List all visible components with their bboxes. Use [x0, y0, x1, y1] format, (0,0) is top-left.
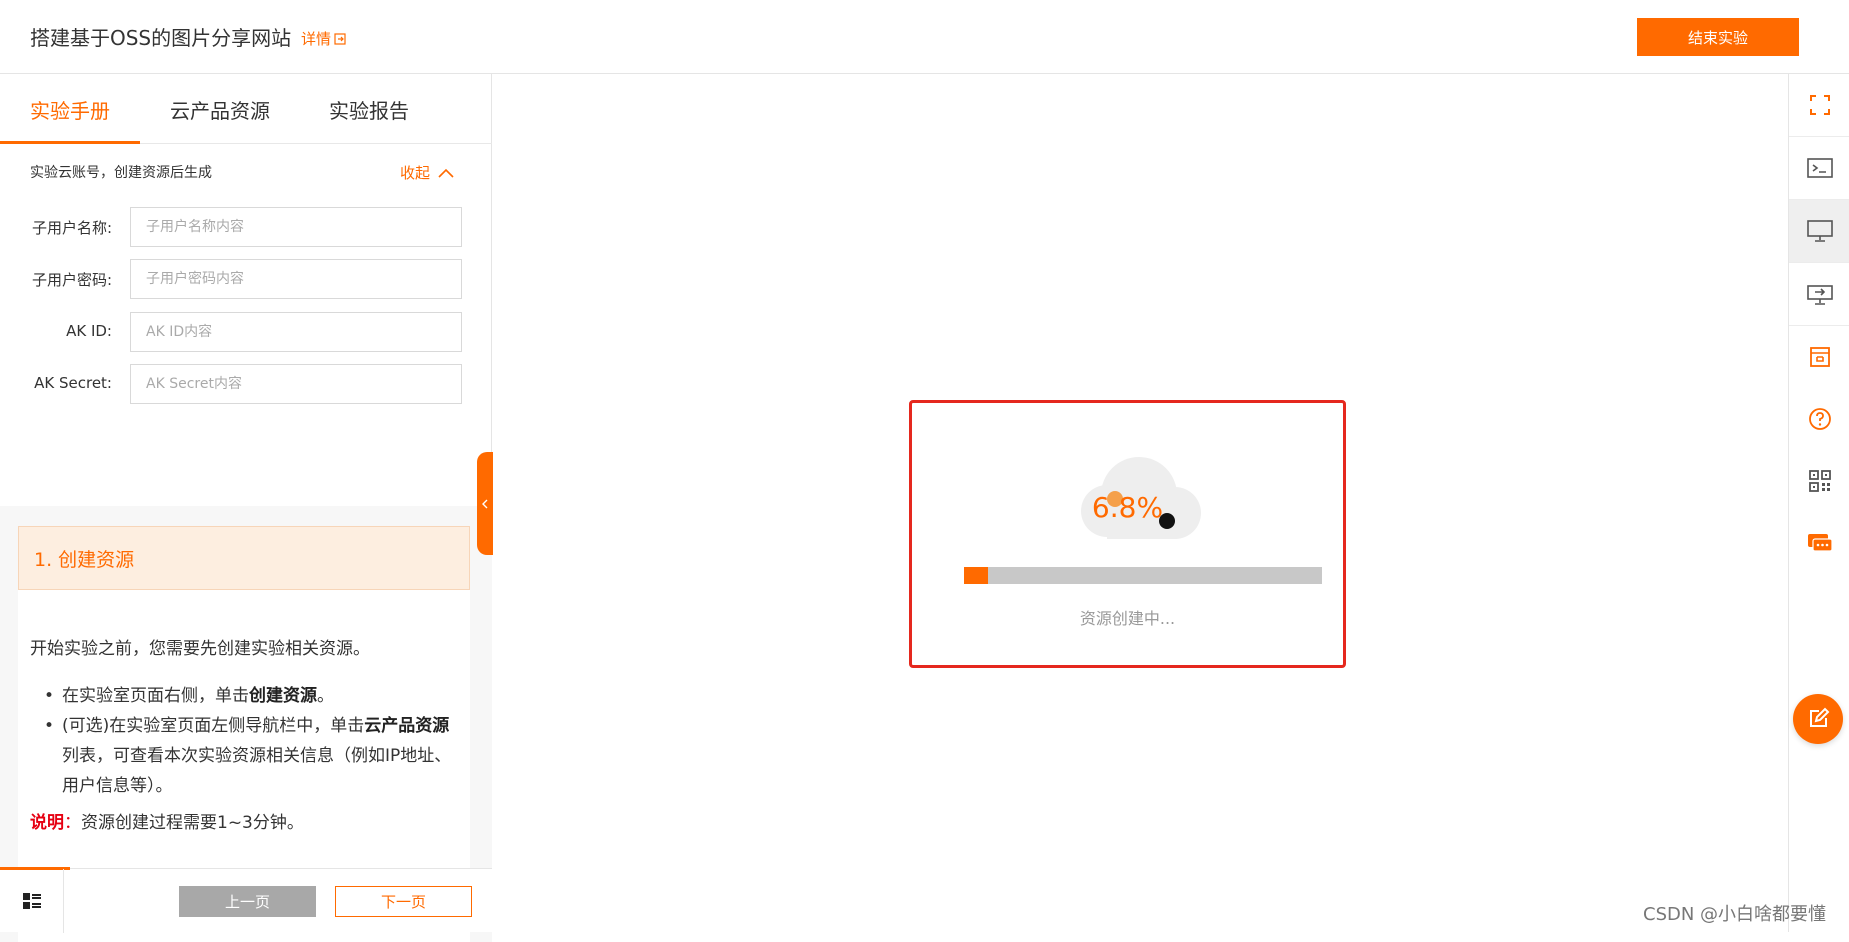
- bullet-bold: 云产品资源: [364, 716, 450, 736]
- edit-icon: [1810, 707, 1830, 727]
- chevron-up-icon: [438, 168, 454, 178]
- progress-percent: 6.8%: [1091, 491, 1164, 524]
- list-icon: [22, 893, 41, 909]
- end-experiment-button[interactable]: 结束实验: [1637, 18, 1799, 56]
- watermark: CSDN @小白啥都要懂: [1643, 904, 1827, 925]
- list-item: (可选)在实验室页面左侧导航栏中，单击云产品资源列表，可查看本次实验资源相关信息…: [30, 711, 460, 801]
- external-link-icon: [334, 32, 346, 45]
- feedback-button[interactable]: [1793, 694, 1843, 744]
- ak-id-field[interactable]: [130, 312, 462, 352]
- account-heading: 实验云账号，创建资源后生成: [30, 165, 212, 181]
- list-item: 在实验室页面右侧，单击创建资源。: [30, 681, 460, 711]
- ak-secret-row: AK Secret:: [0, 364, 492, 404]
- note: 说明：资源创建过程需要1~3分钟。: [30, 808, 304, 838]
- sub-user-name-row: 子用户名称:: [0, 207, 492, 247]
- bullet-bold: 创建资源: [249, 686, 317, 706]
- ak-secret-label: AK Secret:: [34, 374, 112, 392]
- tab-lab-manual[interactable]: 实验手册: [30, 74, 110, 144]
- note-key: 说明: [30, 813, 64, 833]
- help-icon: [1808, 408, 1831, 430]
- archive-icon: [1809, 347, 1830, 367]
- tab-lab-report[interactable]: 实验报告: [329, 74, 409, 144]
- tab-cloud-resources[interactable]: 云产品资源: [170, 74, 270, 144]
- remote-desktop-button[interactable]: [1789, 263, 1849, 326]
- note-text: 资源创建过程需要1~3分钟。: [81, 813, 304, 833]
- bullet-text: (可选)在实验室页面左侧导航栏中，单击: [62, 716, 365, 736]
- note-separator: ：: [64, 813, 81, 833]
- prev-page-button[interactable]: 上一页: [179, 886, 316, 917]
- archive-button[interactable]: [1789, 327, 1849, 387]
- bullet-text: 在实验室页面右侧，单击: [62, 686, 249, 706]
- chat-icon: [1807, 534, 1833, 552]
- next-page-button[interactable]: 下一页: [335, 886, 472, 917]
- active-tab-indicator: [0, 141, 140, 144]
- bullet-text: 。: [317, 686, 334, 706]
- progress-bar-fill: [964, 567, 989, 584]
- sub-user-password-row: 子用户密码:: [0, 259, 492, 299]
- sub-user-name-label: 子用户名称:: [31, 219, 112, 237]
- progress-bar: [964, 567, 1322, 584]
- fullscreen-icon: [1809, 95, 1830, 115]
- ak-id-row: AK ID:: [0, 312, 492, 352]
- collapse-label: 收起: [400, 164, 431, 182]
- sub-user-name-field[interactable]: [130, 207, 462, 247]
- help-button[interactable]: [1789, 389, 1849, 449]
- chat-button[interactable]: [1789, 513, 1849, 573]
- desktop-icon: [1806, 220, 1833, 242]
- ak-id-label: AK ID:: [66, 322, 112, 340]
- top-header: 搭建基于OSS的图片分享网站 详情 结束实验: [0, 0, 1849, 74]
- guide-intro: 开始实验之前，您需要先创建实验相关资源。: [30, 639, 370, 659]
- chevron-left-icon: [482, 499, 488, 508]
- desktop-button[interactable]: [1789, 200, 1849, 263]
- remote-desktop-icon: [1806, 285, 1833, 305]
- pager-bar: 上一页 下一页: [0, 867, 492, 933]
- page-title: 搭建基于OSS的图片分享网站: [30, 26, 292, 50]
- catalog-button[interactable]: [0, 869, 64, 933]
- sub-user-password-label: 子用户密码:: [31, 271, 112, 289]
- collapse-button[interactable]: 收起: [400, 162, 454, 183]
- fullscreen-button[interactable]: [1789, 74, 1849, 137]
- qrcode-button[interactable]: [1789, 451, 1849, 511]
- sub-user-password-field[interactable]: [130, 259, 462, 299]
- ak-secret-field[interactable]: [130, 364, 462, 404]
- tab-bar: 实验手册 云产品资源 实验报告: [0, 74, 492, 144]
- loading-panel: 6.8% 资源创建中...: [909, 400, 1346, 668]
- terminal-icon: [1806, 158, 1833, 178]
- detail-link[interactable]: 详情: [301, 28, 346, 49]
- loading-status: 资源创建中...: [1079, 609, 1176, 628]
- right-toolbar: [1788, 74, 1849, 932]
- step-title: 1. 创建资源: [18, 526, 470, 590]
- bullet-text: 列表，可查看本次实验资源相关信息（例如IP地址、用户信息等）。: [62, 746, 452, 796]
- panel-collapse-handle[interactable]: [477, 452, 493, 555]
- detail-link-label: 详情: [301, 30, 332, 48]
- guide-bullets: 在实验室页面右侧，单击创建资源。 (可选)在实验室页面左侧导航栏中，单击云产品资…: [30, 681, 460, 801]
- qrcode-icon: [1808, 470, 1831, 492]
- terminal-button[interactable]: [1789, 137, 1849, 200]
- left-panel: 实验手册 云产品资源 实验报告 实验云账号，创建资源后生成 收起 子用户名称: …: [0, 74, 493, 942]
